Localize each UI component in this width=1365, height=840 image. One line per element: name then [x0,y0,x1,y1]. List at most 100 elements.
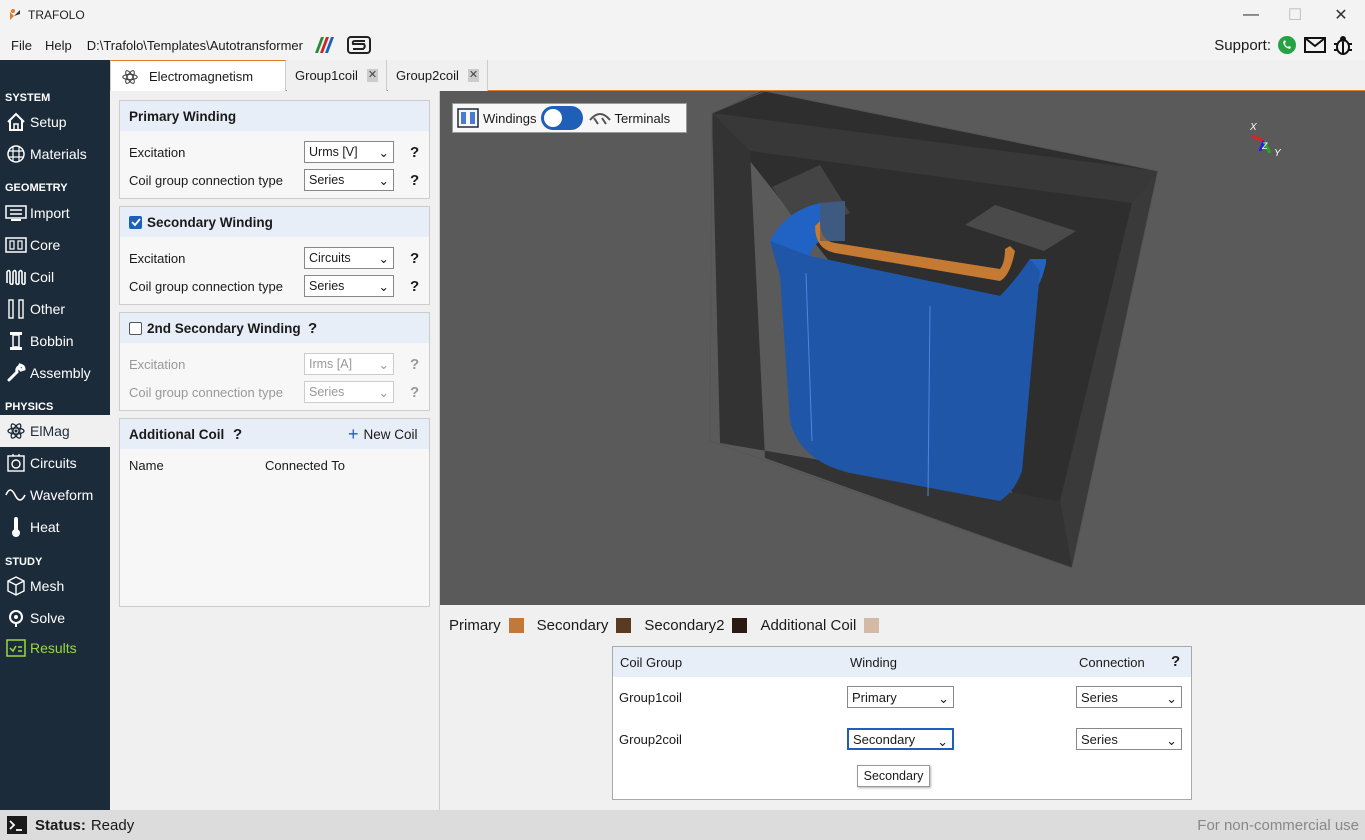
connection-type-label: Coil group connection type [129,384,283,400]
secondary2-excitation-select[interactable]: Irms [A] ⌄ [304,353,394,375]
close-button[interactable]: ✕ [1318,0,1364,30]
status-value: Ready [90,816,135,834]
winding-select[interactable]: Secondary ⌄ [847,728,954,750]
header-coil-group: Coil Group [620,655,683,670]
chevron-down-icon: ⌄ [938,691,949,706]
core-icon [5,234,27,256]
circuits-icon [5,452,27,474]
primary-winding-group: Primary Winding Excitation Urms [V] ⌄ ? C… [119,100,430,199]
sidebar-item-core[interactable]: Core [0,229,110,261]
sidebar: SYSTEM Setup Materials GEOMETRY Import C… [0,60,110,810]
menu-file[interactable]: File [11,38,32,53]
terminals-label: Terminals [614,110,671,126]
sidebar-item-heat[interactable]: Heat [0,511,110,543]
primary-excitation-select[interactable]: Urms [V] ⌄ [304,141,394,163]
menu-help[interactable]: Help [45,38,72,53]
mail-icon[interactable] [1303,35,1327,55]
sidebar-item-materials[interactable]: Materials [0,138,110,170]
tab-group2coil[interactable]: Group2coil ✕ [388,60,488,91]
tab-electromagnetism[interactable]: Electromagnetism [110,60,286,92]
sidebar-item-results[interactable]: Results [0,634,110,662]
sidebar-item-bobbin[interactable]: Bobbin [0,325,110,357]
winding-legend: Primary Secondary Secondary2 Additional … [449,614,892,636]
secondary-connection-select[interactable]: Series ⌄ [304,275,394,297]
sidebar-item-other[interactable]: Other [0,293,110,325]
help-icon[interactable]: ? [410,250,419,267]
windings-terminals-toggle: Windings Terminals [452,103,687,133]
thermometer-icon [5,516,27,538]
connection-type-label: Coil group connection type [129,278,283,294]
paraview-icon[interactable] [313,37,337,53]
help-icon[interactable]: ? [410,172,419,189]
chevron-down-icon: ⌄ [1166,691,1177,706]
maximize-button[interactable]: ☐ [1272,0,1318,30]
sidebar-item-waveform[interactable]: Waveform [0,479,110,511]
help-icon[interactable]: ? [1171,653,1180,670]
secondary-winding-group: Secondary Winding Excitation Circuits ⌄ ?… [119,206,430,305]
close-tab-icon[interactable]: ✕ [467,69,479,82]
sidebar-item-elmag[interactable]: ElMag [0,415,110,447]
help-icon[interactable]: ? [308,320,317,337]
primary-connection-select[interactable]: Series ⌄ [304,169,394,191]
secondary2-connection-select[interactable]: Series ⌄ [304,381,394,403]
materials-grid-icon [5,143,27,165]
atom-icon [122,69,138,84]
help-icon[interactable]: ? [410,144,419,161]
sidebar-item-setup[interactable]: Setup [0,106,110,138]
sidebar-item-assembly[interactable]: Assembly [0,357,110,389]
winding-select[interactable]: Primary ⌄ [847,686,954,708]
help-icon[interactable]: ? [233,426,242,443]
windings-icon [457,108,479,128]
windings-terminals-switch[interactable] [541,106,584,130]
home-icon [5,111,27,133]
additional-coil-title: Additional Coil [129,426,225,442]
legend-additional-label: Additional Coil [760,616,857,634]
sidebar-item-coil[interactable]: Coil [0,261,110,293]
license-notice: For non-commercial use [1197,816,1359,834]
bobbin-icon [5,330,27,352]
salome-icon[interactable] [346,36,371,54]
whatsapp-icon[interactable] [1277,35,1297,55]
tab-group1coil[interactable]: Group1coil ✕ [287,60,387,91]
legend-primary-swatch [508,617,524,633]
3d-viewport[interactable]: X Y Z Windings Terminals [440,91,1365,605]
terminals-icon [589,113,612,125]
secondary-winding-checkbox[interactable] [129,215,142,229]
legend-additional-swatch [864,617,880,633]
col-name-header: Name [129,458,164,473]
chevron-down-icon: ⌄ [378,358,389,372]
help-icon[interactable]: ? [410,384,419,401]
header-connection: Connection [1079,655,1145,670]
secondary2-winding-checkbox[interactable] [129,321,142,335]
chevron-down-icon: ⌄ [378,386,389,400]
chevron-down-icon: ⌄ [937,734,948,749]
sidebar-item-solve[interactable]: Solve [0,602,110,634]
atom-icon [5,420,27,442]
close-tab-icon[interactable]: ✕ [366,69,378,82]
table-row: Group2coil Secondary ⌄ Series ⌄ [613,728,1191,752]
sidebar-item-import[interactable]: Import [0,197,110,229]
sidebar-section-study: STUDY [5,556,43,568]
legend-secondary-label: Secondary [536,616,609,634]
sidebar-item-mesh[interactable]: Mesh [0,570,110,602]
sidebar-section-geometry: GEOMETRY [5,182,68,194]
sidebar-item-circuits[interactable]: Circuits [0,447,110,479]
help-icon[interactable]: ? [410,356,419,373]
minimize-button[interactable]: — [1228,0,1274,30]
chevron-down-icon: ⌄ [378,252,389,266]
menu-bar: File Help D:\Trafolo\Templates\Autotrans… [0,30,1365,60]
import-icon [5,202,27,224]
connection-select[interactable]: Series ⌄ [1076,686,1182,708]
title-bar: TRAFOLO — ☐ ✕ [0,0,1365,30]
new-coil-button[interactable]: + New Coil [348,424,418,445]
tooltip: Secondary [857,765,930,787]
plus-icon: + [348,423,359,444]
connection-select[interactable]: Series ⌄ [1076,728,1182,750]
help-icon[interactable]: ? [410,278,419,295]
coil-group-name: Group1coil [619,690,682,705]
status-label: Status: [35,816,86,834]
secondary-excitation-select[interactable]: Circuits ⌄ [304,247,394,269]
secondary2-winding-group: 2nd Secondary Winding ? Excitation Irms … [119,312,430,411]
bug-report-icon[interactable] [1333,34,1353,56]
connection-type-label: Coil group connection type [129,172,283,188]
